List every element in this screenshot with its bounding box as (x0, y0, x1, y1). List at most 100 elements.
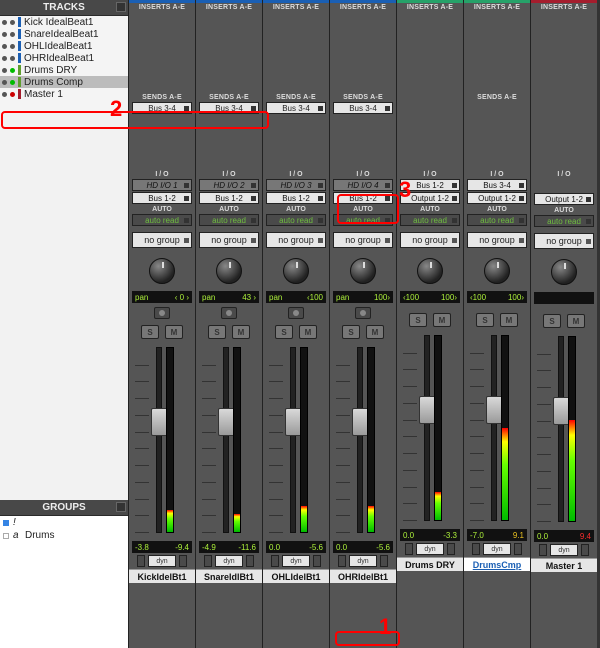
group-assign[interactable]: no group (132, 232, 192, 248)
track-row[interactable]: Master 1 (0, 88, 128, 100)
show-dot[interactable] (2, 44, 7, 49)
io-output[interactable]: Output 1-2 (534, 193, 594, 205)
fader-track[interactable] (558, 336, 564, 522)
mute-button[interactable]: M (366, 325, 384, 339)
mute-button[interactable]: M (500, 313, 518, 327)
group-assign[interactable]: no group (467, 232, 527, 248)
group-assign[interactable]: no group (199, 232, 259, 248)
dyn-button[interactable]: dyn (282, 555, 310, 567)
solo-button[interactable]: S (476, 313, 494, 327)
track-row[interactable]: Kick IdealBeat1 (0, 16, 128, 28)
io-output[interactable]: Bus 1-2 (266, 192, 326, 204)
group-row[interactable]: ! (0, 516, 128, 529)
fader-track[interactable] (357, 347, 363, 533)
link-left[interactable] (338, 555, 346, 567)
record-enable[interactable] (154, 307, 170, 319)
mute-button[interactable]: M (232, 325, 250, 339)
track-row[interactable]: OHLIdealBeat1 (0, 40, 128, 52)
group-assign[interactable]: no group (400, 232, 460, 248)
solo-button[interactable]: S (141, 325, 159, 339)
send-slot[interactable]: Bus 3-4 (266, 102, 326, 114)
show-dot[interactable] (2, 80, 7, 85)
dyn-button[interactable]: dyn (483, 543, 511, 555)
channel-name[interactable]: Drums DRY (397, 557, 463, 571)
track-row[interactable]: Drums Comp (0, 76, 128, 88)
fader-track[interactable] (290, 347, 296, 533)
dyn-button[interactable]: dyn (416, 543, 444, 555)
record-enable[interactable] (355, 307, 371, 319)
channel-name[interactable]: Master 1 (531, 558, 597, 572)
pan-knob[interactable] (216, 258, 242, 284)
io-input[interactable]: Bus 1-2 (400, 179, 460, 191)
io-output[interactable]: Bus 1-2 (132, 192, 192, 204)
group-assign[interactable]: no group (266, 232, 326, 248)
channel-name[interactable]: OHRIdelBt1 (330, 569, 396, 583)
show-dot[interactable] (2, 68, 7, 73)
link-right[interactable] (380, 555, 388, 567)
link-right[interactable] (246, 555, 254, 567)
solo-button[interactable]: S (275, 325, 293, 339)
mute-button[interactable]: M (165, 325, 183, 339)
dyn-button[interactable]: dyn (148, 555, 176, 567)
fader-track[interactable] (223, 347, 229, 533)
group-assign[interactable]: no group (333, 232, 393, 248)
io-output[interactable]: Output 1-2 (467, 192, 527, 204)
show-dot[interactable] (2, 32, 7, 37)
io-output[interactable]: Bus 1-2 (199, 192, 259, 204)
channel-name[interactable]: KickIdelBt1 (129, 569, 195, 583)
automation-mode[interactable]: auto read (199, 214, 259, 226)
channel-name[interactable]: SnareIdlBt1 (196, 569, 262, 583)
group-assign[interactable]: no group (534, 233, 594, 249)
link-left[interactable] (539, 544, 547, 556)
io-input[interactable]: HD I/O 3 (266, 179, 326, 191)
io-input[interactable]: Bus 3-4 (467, 179, 527, 191)
dyn-button[interactable]: dyn (215, 555, 243, 567)
dyn-button[interactable]: dyn (550, 544, 578, 556)
fader-track[interactable] (491, 335, 497, 521)
io-output[interactable]: Output 1-2 (400, 192, 460, 204)
groups-menu-icon[interactable] (116, 502, 126, 512)
automation-mode[interactable]: auto read (132, 214, 192, 226)
group-row[interactable]: a Drums (0, 529, 128, 542)
link-left[interactable] (137, 555, 145, 567)
record-enable[interactable] (288, 307, 304, 319)
link-left[interactable] (472, 543, 480, 555)
link-right[interactable] (581, 544, 589, 556)
tracks-menu-icon[interactable] (116, 2, 126, 12)
link-left[interactable] (271, 555, 279, 567)
show-dot[interactable] (2, 92, 7, 97)
pan-knob[interactable] (149, 258, 175, 284)
pan-knob[interactable] (551, 259, 577, 285)
send-slot[interactable]: Bus 3-4 (199, 102, 259, 114)
track-row[interactable]: OHRIdealBeat1 (0, 52, 128, 64)
link-right[interactable] (179, 555, 187, 567)
automation-mode[interactable]: auto read (534, 215, 594, 227)
automation-mode[interactable]: auto read (467, 214, 527, 226)
automation-mode[interactable]: auto read (333, 214, 393, 226)
link-left[interactable] (204, 555, 212, 567)
pan-knob[interactable] (283, 258, 309, 284)
show-dot[interactable] (2, 20, 7, 25)
link-left[interactable] (405, 543, 413, 555)
send-slot[interactable]: Bus 3-4 (333, 102, 393, 114)
solo-button[interactable]: S (208, 325, 226, 339)
show-dot[interactable] (2, 56, 7, 61)
mute-button[interactable]: M (567, 314, 585, 328)
automation-mode[interactable]: auto read (400, 214, 460, 226)
track-row[interactable]: SnareIdealBeat1 (0, 28, 128, 40)
channel-name[interactable]: DrumsCmp (464, 557, 530, 571)
channel-name[interactable]: OHLIdelBt1 (263, 569, 329, 583)
send-slot[interactable]: Bus 3-4 (132, 102, 192, 114)
io-output[interactable]: Bus 1-2 (333, 192, 393, 204)
pan-knob[interactable] (350, 258, 376, 284)
solo-button[interactable]: S (342, 325, 360, 339)
link-right[interactable] (447, 543, 455, 555)
io-input[interactable]: HD I/O 2 (199, 179, 259, 191)
link-right[interactable] (313, 555, 321, 567)
automation-mode[interactable]: auto read (266, 214, 326, 226)
mute-button[interactable]: M (299, 325, 317, 339)
dyn-button[interactable]: dyn (349, 555, 377, 567)
solo-button[interactable]: S (543, 314, 561, 328)
solo-button[interactable]: S (409, 313, 427, 327)
pan-knob[interactable] (417, 258, 443, 284)
